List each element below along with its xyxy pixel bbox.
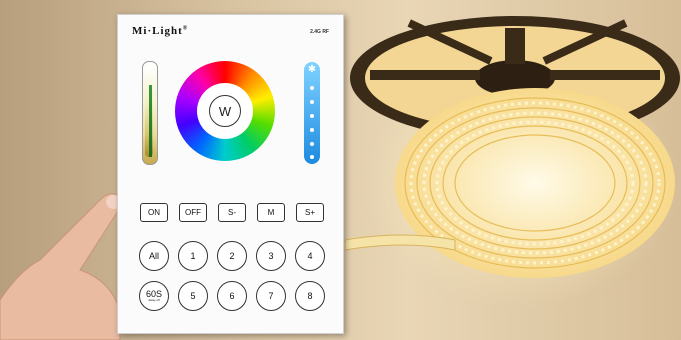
brightness-dot bbox=[310, 128, 314, 132]
sun-icon: ✱ bbox=[307, 64, 317, 75]
rf-badge: 2.4G RF bbox=[310, 29, 329, 35]
timer-sub-label: delay off bbox=[148, 298, 160, 302]
zone-3-button[interactable]: 3 bbox=[256, 241, 286, 271]
all-zones-button[interactable]: All bbox=[139, 241, 169, 271]
brand-logo: Mi·Light® bbox=[132, 25, 189, 37]
zone-1-button[interactable]: 1 bbox=[178, 241, 208, 271]
speed-up-button[interactable]: S+ bbox=[296, 203, 324, 222]
zone-7-button[interactable]: 7 bbox=[256, 281, 286, 311]
off-button[interactable]: OFF bbox=[179, 203, 207, 222]
zone-4-button[interactable]: 4 bbox=[295, 241, 325, 271]
zone-2-button[interactable]: 2 bbox=[217, 241, 247, 271]
speed-down-button[interactable]: S- bbox=[218, 203, 246, 222]
zone-6-button[interactable]: 6 bbox=[217, 281, 247, 311]
brightness-dot bbox=[310, 142, 314, 146]
mode-button[interactable]: M bbox=[257, 203, 285, 222]
zone-8-button[interactable]: 8 bbox=[295, 281, 325, 311]
brightness-dot bbox=[310, 155, 314, 159]
brightness-dot bbox=[310, 86, 314, 90]
white-temperature-fill bbox=[149, 85, 152, 157]
white-mode-button[interactable]: W bbox=[209, 95, 241, 127]
on-button[interactable]: ON bbox=[140, 203, 168, 222]
timer-60s-button[interactable]: 60S delay off bbox=[139, 281, 169, 311]
brightness-dot bbox=[310, 114, 314, 118]
led-strip-reel bbox=[345, 16, 680, 278]
brightness-dot bbox=[310, 100, 314, 104]
zone-5-button[interactable]: 5 bbox=[178, 281, 208, 311]
remote-control-panel: Mi·Light® 2.4G RF W ✱ ON OFF S- M S+ All… bbox=[117, 14, 344, 334]
brightness-slider[interactable]: ✱ bbox=[304, 62, 320, 164]
